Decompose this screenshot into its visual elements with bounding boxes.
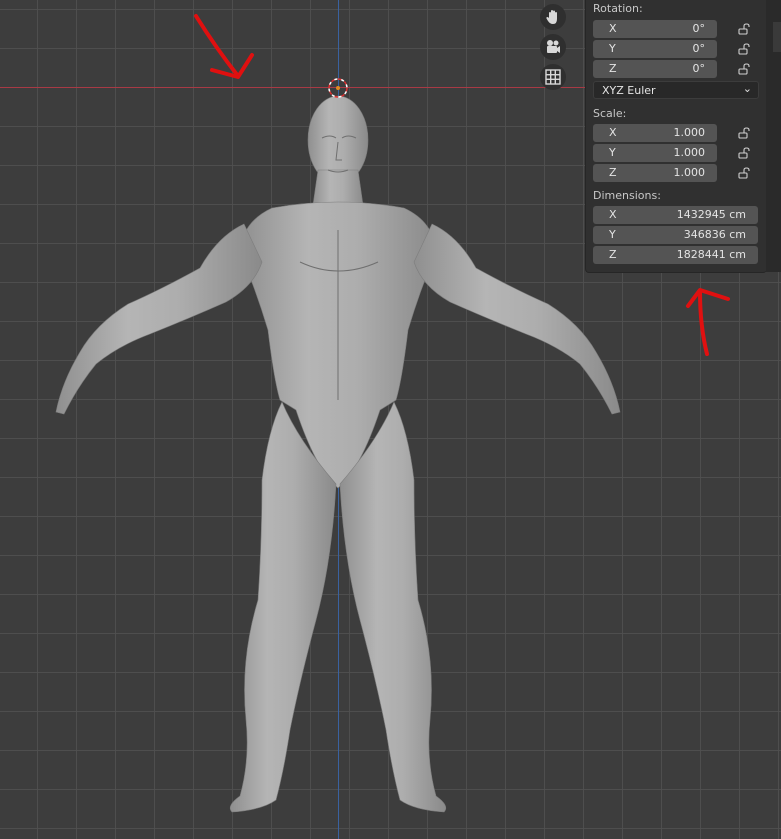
scale-y-lock-icon[interactable] bbox=[737, 146, 751, 160]
sidebar-tab-item[interactable] bbox=[773, 22, 781, 52]
rotation-mode-dropdown[interactable]: XYZ Euler ⌄ bbox=[593, 81, 759, 99]
rotation-z-value: 0° bbox=[692, 62, 706, 75]
scale-z-lock-icon[interactable] bbox=[737, 166, 751, 180]
annotation-arrow-right bbox=[686, 288, 730, 356]
scale-z-field[interactable]: Z 1.000 bbox=[593, 164, 717, 182]
rotation-y-axis-label: Y bbox=[609, 42, 616, 55]
dimensions-y-field[interactable]: Y 346836 cm bbox=[593, 226, 758, 244]
rotation-x-field[interactable]: X 0° bbox=[593, 20, 717, 38]
grid-view-icon[interactable] bbox=[540, 64, 566, 90]
dimensions-y-axis-label: Y bbox=[609, 228, 616, 241]
scale-y-field[interactable]: Y 1.000 bbox=[593, 144, 717, 162]
rotation-y-field[interactable]: Y 0° bbox=[593, 40, 717, 58]
annotation-arrow-top bbox=[194, 14, 254, 79]
rotation-mode-value: XYZ Euler bbox=[602, 84, 656, 97]
camera-icon[interactable] bbox=[540, 34, 566, 60]
rotation-x-axis-label: X bbox=[609, 22, 617, 35]
3d-cursor-icon bbox=[328, 78, 348, 98]
dimensions-z-value: 1828441 cm bbox=[676, 248, 746, 261]
rotation-z-field[interactable]: Z 0° bbox=[593, 60, 717, 78]
dimensions-x-field[interactable]: X 1432945 cm bbox=[593, 206, 758, 224]
rotation-x-value: 0° bbox=[692, 22, 706, 35]
scale-z-value: 1.000 bbox=[673, 166, 706, 179]
dimensions-z-axis-label: Z bbox=[609, 248, 617, 261]
scale-y-axis-label: Y bbox=[609, 146, 616, 159]
scale-x-axis-label: X bbox=[609, 126, 617, 139]
rotation-y-value: 0° bbox=[692, 42, 706, 55]
rotation-z-lock-icon[interactable] bbox=[737, 62, 751, 76]
dimensions-x-axis-label: X bbox=[609, 208, 617, 221]
dimensions-label: Dimensions: bbox=[593, 189, 661, 202]
rotation-x-lock-icon[interactable] bbox=[737, 22, 751, 36]
dimensions-z-field[interactable]: Z 1828441 cm bbox=[593, 246, 758, 264]
rotation-y-lock-icon[interactable] bbox=[737, 42, 751, 56]
scale-x-value: 1.000 bbox=[673, 126, 706, 139]
scale-label: Scale: bbox=[593, 107, 627, 120]
dimensions-y-value: 346836 cm bbox=[683, 228, 746, 241]
scale-x-field[interactable]: X 1.000 bbox=[593, 124, 717, 142]
navigation-gizmo bbox=[540, 4, 566, 94]
scale-x-lock-icon[interactable] bbox=[737, 126, 751, 140]
scale-z-axis-label: Z bbox=[609, 166, 617, 179]
scale-y-value: 1.000 bbox=[673, 146, 706, 159]
chevron-down-icon: ⌄ bbox=[742, 82, 752, 95]
dimensions-x-value: 1432945 cm bbox=[676, 208, 746, 221]
rotation-label: Rotation: bbox=[593, 2, 643, 15]
hand-pan-icon[interactable] bbox=[540, 4, 566, 30]
transform-sidebar-panel: Rotation: X 0° Y 0° Z 0° XYZ Euler ⌄ Sca… bbox=[585, 0, 767, 273]
rotation-z-axis-label: Z bbox=[609, 62, 617, 75]
